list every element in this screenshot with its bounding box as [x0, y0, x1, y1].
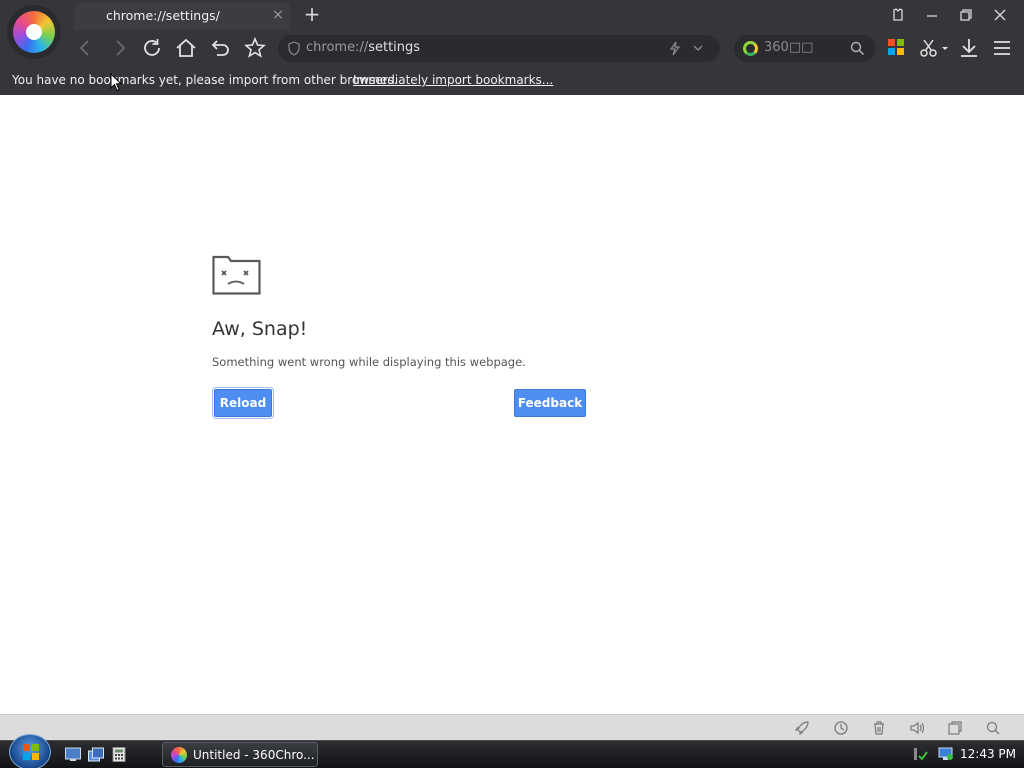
sad-tab-icon: [212, 255, 261, 295]
address-bar[interactable]: chrome://settings: [278, 35, 720, 62]
browser-app-icon: [171, 747, 187, 763]
windows-logo-icon: [23, 744, 39, 760]
error-title: Aw, Snap!: [212, 318, 308, 340]
tab-settings[interactable]: chrome://settings/ ×: [74, 2, 290, 30]
bookmarks-empty-message: You have no bookmarks yet, please import…: [12, 73, 398, 87]
lightning-icon[interactable]: [668, 41, 682, 56]
new-tab-button[interactable]: +: [302, 3, 322, 25]
reload-button[interactable]: Reload: [214, 389, 272, 417]
home-icon[interactable]: [174, 36, 198, 60]
network-tray-icon[interactable]: [912, 746, 928, 762]
taskbar-window-label: Untitled - 360Chro...: [193, 748, 315, 762]
search-icon[interactable]: [850, 41, 865, 56]
undo-icon[interactable]: [209, 36, 233, 60]
skin-icon[interactable]: [886, 4, 910, 26]
monitor-tray-icon[interactable]: [938, 746, 954, 762]
window-icon[interactable]: [947, 720, 963, 736]
tab-strip: chrome://settings/ × +: [0, 0, 1024, 30]
shield-icon: [288, 41, 300, 56]
address-text: chrome://settings: [306, 40, 420, 55]
address-host: settings: [368, 40, 421, 55]
calculator-icon[interactable]: [111, 747, 127, 762]
taskbar: Untitled - 360Chro... 12:43 PM: [0, 734, 1024, 768]
toolbar: chrome://settings 360□□: [0, 30, 1024, 66]
bookmarks-bar: You have no bookmarks yet, please import…: [0, 66, 1024, 95]
status-bar: [0, 714, 1024, 740]
trash-icon[interactable]: [871, 720, 887, 736]
start-button[interactable]: [9, 734, 51, 768]
taskbar-window-button[interactable]: Untitled - 360Chro...: [162, 742, 318, 767]
scissors-icon[interactable]: [918, 36, 948, 60]
search-box[interactable]: 360□□: [734, 35, 876, 62]
back-arrow-icon[interactable]: [74, 36, 98, 60]
search-engine-logo-icon: [743, 41, 758, 56]
tab-title: chrome://settings/: [106, 8, 220, 23]
feedback-button[interactable]: Feedback: [514, 389, 586, 417]
screen: chrome://settings/ × + chrome://settings…: [0, 0, 1024, 768]
star-icon[interactable]: [243, 36, 267, 60]
volume-icon[interactable]: [909, 720, 925, 736]
reload-icon[interactable]: [140, 36, 164, 60]
import-bookmarks-link[interactable]: Immediately import bookmarks...: [353, 73, 553, 87]
search-placeholder: 360□□: [764, 40, 814, 55]
mouse-cursor-icon: [110, 73, 122, 92]
clock[interactable]: 12:43 PM: [960, 747, 1016, 761]
accelerate-icon[interactable]: [833, 720, 849, 736]
switch-windows-icon[interactable]: [88, 747, 104, 762]
download-icon[interactable]: [957, 36, 981, 60]
error-message: Something went wrong while displaying th…: [212, 355, 526, 369]
restore-icon[interactable]: [954, 4, 978, 26]
tab-close-icon[interactable]: ×: [270, 6, 286, 24]
menu-icon[interactable]: [990, 36, 1014, 60]
show-desktop-icon[interactable]: [65, 747, 81, 762]
apps-grid-icon[interactable]: [888, 39, 904, 55]
address-prefix: chrome://: [306, 40, 369, 55]
rocket-icon[interactable]: [794, 720, 810, 736]
search-icon[interactable]: [985, 720, 1001, 736]
browser-chrome: chrome://settings/ × + chrome://settings…: [0, 0, 1024, 95]
chevron-down-icon[interactable]: [692, 42, 704, 54]
minimize-icon[interactable]: [920, 4, 944, 26]
forward-arrow-icon[interactable]: [107, 36, 131, 60]
close-window-icon[interactable]: [988, 4, 1012, 26]
